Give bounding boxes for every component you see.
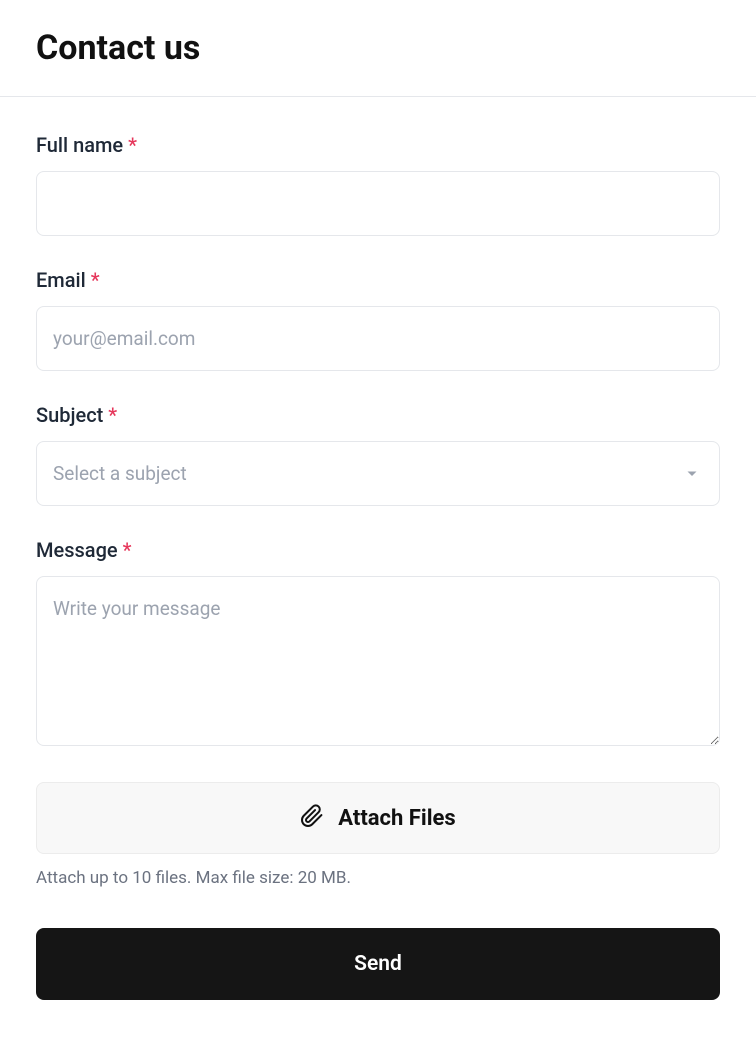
required-asterisk: * [123, 538, 132, 562]
subject-label-text: Subject [36, 403, 103, 427]
message-label-text: Message [36, 538, 118, 562]
attach-hint: Attach up to 10 files. Max file size: 20… [36, 868, 720, 888]
required-asterisk: * [91, 268, 100, 292]
attach-files-button[interactable]: Attach Files [36, 782, 720, 854]
attach-group: Attach Files Attach up to 10 files. Max … [36, 782, 720, 888]
full-name-label: Full name * [36, 133, 720, 157]
subject-group: Subject * Select a subject [36, 403, 720, 506]
attach-files-label: Attach Files [338, 806, 455, 831]
email-label-text: Email [36, 268, 86, 292]
full-name-label-text: Full name [36, 133, 123, 157]
required-asterisk: * [128, 133, 137, 157]
message-label: Message * [36, 538, 720, 562]
full-name-group: Full name * [36, 133, 720, 236]
email-group: Email * [36, 268, 720, 371]
full-name-input[interactable] [36, 171, 720, 236]
send-button[interactable]: Send [36, 928, 720, 1000]
email-label: Email * [36, 268, 720, 292]
message-textarea[interactable] [36, 576, 720, 746]
divider [0, 96, 756, 97]
paperclip-icon [300, 803, 324, 833]
page-title: Contact us [36, 28, 720, 68]
email-input[interactable] [36, 306, 720, 371]
message-group: Message * [36, 538, 720, 750]
required-asterisk: * [108, 403, 117, 427]
subject-select[interactable]: Select a subject [36, 441, 720, 506]
subject-label: Subject * [36, 403, 720, 427]
